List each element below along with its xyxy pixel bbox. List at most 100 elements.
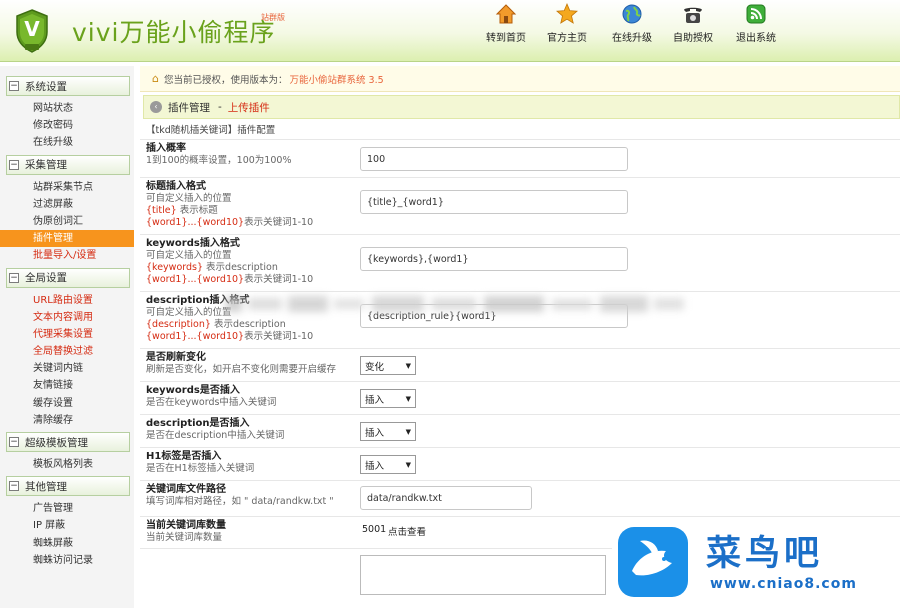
sidebar-group-header[interactable]: − 其他管理 — [6, 476, 130, 497]
sidebar-item-keyword-links[interactable]: 关键词内链 — [0, 360, 134, 377]
header-bar: V vivi万能小偷程序 站群版 转到首页 官方主页 在线升级 自助授权 退出系… — [0, 0, 900, 62]
field-desc: 表示关键词1-10 — [244, 217, 314, 228]
home-small-icon: ⌂ — [152, 72, 159, 85]
sidebar-group-collect: − 采集管理 站群采集节点 过滤屏蔽 伪原创词汇 插件管理 批量导入/设置 — [0, 154, 134, 265]
form-row-title-format: 标题插入格式 可自定义插入的位置 {title} 表示标题 {word1}...… — [140, 177, 900, 234]
sidebar-group-header[interactable]: − 全局设置 — [6, 267, 130, 288]
field-desc: 是否在H1标签插入关键词 — [146, 463, 255, 474]
keywords-format-input[interactable] — [360, 247, 628, 271]
nav-official-site-button[interactable]: 官方主页 — [535, 2, 599, 46]
breadcrumb: ‹ 插件管理 - 上传插件 — [143, 95, 900, 119]
form-row-kw-path: 关键词库文件路径 填写词库相对路径，如 " data/randkw.txt " — [140, 480, 900, 516]
breadcrumb-current: 上传插件 — [227, 101, 270, 114]
dropdown-arrow-icon: ▼ — [405, 394, 411, 403]
dropdown-arrow-icon: ▼ — [405, 460, 411, 469]
collapse-icon: − — [9, 272, 19, 283]
back-arrow-icon[interactable]: ‹ — [150, 101, 162, 113]
field-desc: 当前关键词库数量 — [146, 532, 223, 543]
collapse-icon: − — [9, 81, 19, 91]
form-row-h1-insert: H1标签是否插入 是否在H1标签插入关键词 插入 ▼ — [140, 447, 900, 480]
field-desc: 填写词库相对路径，如 " data/randkw.txt " — [146, 496, 334, 507]
globe-icon — [622, 4, 642, 24]
h1-insert-select[interactable]: 插入 ▼ — [360, 455, 416, 474]
sidebar-group-header[interactable]: − 超级模板管理 — [6, 432, 130, 452]
field-desc-token: {title} — [146, 205, 177, 216]
sidebar-item-pseudo-original[interactable]: 伪原创词汇 — [0, 213, 134, 230]
refresh-change-select[interactable]: 变化 ▼ — [360, 356, 416, 375]
sidebar-group-template: − 超级模板管理 模板风格列表 — [0, 432, 134, 473]
collapse-icon: − — [9, 159, 19, 170]
field-label: description是否插入 — [146, 418, 250, 429]
nav-home-label: 转到首页 — [486, 33, 526, 44]
nav-online-upgrade-button[interactable]: 在线升级 — [600, 2, 664, 46]
sidebar-item-plugin-manage[interactable]: 插件管理 — [0, 230, 134, 248]
title-format-input[interactable] — [360, 190, 628, 214]
nav-logout-label: 退出系统 — [736, 33, 776, 44]
sidebar-item-global-replace[interactable]: 全局替换过滤 — [0, 343, 134, 360]
watermark-title: 菜鸟吧 — [706, 533, 824, 574]
nav-official-site-label: 官方主页 — [547, 33, 587, 44]
view-keywords-link[interactable]: 点击查看 — [388, 524, 426, 538]
plugin-config-title: 【tkd随机插关键词】插件配置 — [146, 125, 276, 136]
sidebar-item-batch-import[interactable]: 批量导入/设置 — [0, 247, 134, 264]
select-value: 插入 — [365, 460, 385, 472]
telephone-icon — [684, 7, 702, 23]
sidebar-item-spider-log[interactable]: 蜘蛛访问记录 — [0, 552, 134, 569]
field-desc-token: {word1}...{word10} — [146, 217, 245, 228]
dropdown-arrow-icon: ▼ — [405, 427, 411, 436]
nav-home-button[interactable]: 转到首页 — [474, 2, 538, 46]
sidebar-item-change-password[interactable]: 修改密码 — [0, 117, 134, 134]
keywords-insert-select[interactable]: 插入 ▼ — [360, 389, 416, 408]
kw-path-input[interactable] — [360, 486, 532, 510]
license-notice: ⌂ 您当前已授权，使用版本为： 万能小偷站群系统 3.5 — [140, 66, 900, 92]
nav-logout-button[interactable]: 退出系统 — [724, 2, 788, 46]
watermark: 菜鸟吧 www.cniao8.com — [612, 517, 900, 608]
sidebar-item-spider-block[interactable]: 蜘蛛屏蔽 — [0, 535, 134, 552]
watermark-url: www.cniao8.com — [710, 576, 857, 592]
collapse-icon: − — [9, 481, 19, 492]
field-label: 标题插入格式 — [146, 181, 206, 192]
field-desc: 表示description — [203, 262, 278, 273]
sidebar-item-ip-block[interactable]: IP 屏蔽 — [0, 517, 134, 534]
sidebar-item-template-list[interactable]: 模板风格列表 — [0, 456, 134, 473]
sidebar-item-collect-nodes[interactable]: 站群采集节点 — [0, 179, 134, 196]
star-icon — [556, 2, 578, 24]
field-desc: 刷新是否变化，如开启不变化则需要开启缓存 — [146, 364, 337, 375]
sidebar-item-clear-cache[interactable]: 清除缓存 — [0, 412, 134, 429]
description-insert-select[interactable]: 插入 ▼ — [360, 422, 416, 441]
sidebar-item-text-content[interactable]: 文本内容调用 — [0, 309, 134, 326]
field-desc: 可自定义插入的位置 — [146, 193, 232, 204]
select-value: 插入 — [365, 427, 385, 439]
field-desc: 可自定义插入的位置 — [146, 250, 232, 261]
dropdown-arrow-icon: ▼ — [405, 361, 411, 370]
sidebar-item-site-status[interactable]: 网站状态 — [0, 100, 134, 117]
keywords-textarea[interactable] — [360, 555, 606, 595]
edition-badge: 站群版 — [261, 13, 285, 22]
sidebar-group-global: − 全局设置 URL路由设置 文本内容调用 代理采集设置 全局替换过滤 关键词内链… — [0, 267, 134, 430]
sidebar-item-cache-settings[interactable]: 缓存设置 — [0, 395, 134, 412]
sidebar-item-friend-links[interactable]: 友情链接 — [0, 377, 134, 394]
field-desc: 是否在keywords中插入关键词 — [146, 397, 277, 408]
field-label: 当前关键词库数量 — [146, 520, 226, 531]
insert-prob-input[interactable] — [360, 147, 628, 171]
nav-online-upgrade-label: 在线升级 — [612, 33, 652, 44]
sidebar-item-online-upgrade[interactable]: 在线升级 — [0, 134, 134, 151]
form-row-insert-prob: 插入概率 1到100的概率设置，100为100% — [140, 139, 900, 177]
sidebar-item-ads[interactable]: 广告管理 — [0, 500, 134, 517]
form-row-keywords-insert: keywords是否插入 是否在keywords中插入关键词 插入 ▼ — [140, 381, 900, 414]
field-label: H1标签是否插入 — [146, 451, 222, 462]
sidebar-group-header[interactable]: − 采集管理 — [6, 154, 130, 175]
form-row-refresh-change: 是否刷新变化 刷新是否变化，如开启不变化则需要开启缓存 变化 ▼ — [140, 348, 900, 381]
field-desc: 表示标题 — [176, 205, 218, 216]
nav-self-auth-button[interactable]: 自助授权 — [661, 2, 725, 46]
sidebar-item-proxy-collect[interactable]: 代理采集设置 — [0, 326, 134, 343]
breadcrumb-parent[interactable]: 插件管理 — [168, 100, 210, 115]
app-window: { "header": { "logo_text": "vivi万能小偷程序",… — [0, 0, 900, 608]
svg-text:V: V — [24, 17, 40, 41]
field-label: keywords插入格式 — [146, 238, 240, 249]
sidebar-item-filter-block[interactable]: 过滤屏蔽 — [0, 196, 134, 213]
form-row-description-insert: description是否插入 是否在description中插入关键词 插入 ▼ — [140, 414, 900, 447]
sidebar-group-header[interactable]: − 系统设置 — [6, 76, 130, 96]
sidebar-item-url-routing[interactable]: URL路由设置 — [0, 292, 134, 309]
field-desc-token: {keywords} — [146, 262, 204, 273]
